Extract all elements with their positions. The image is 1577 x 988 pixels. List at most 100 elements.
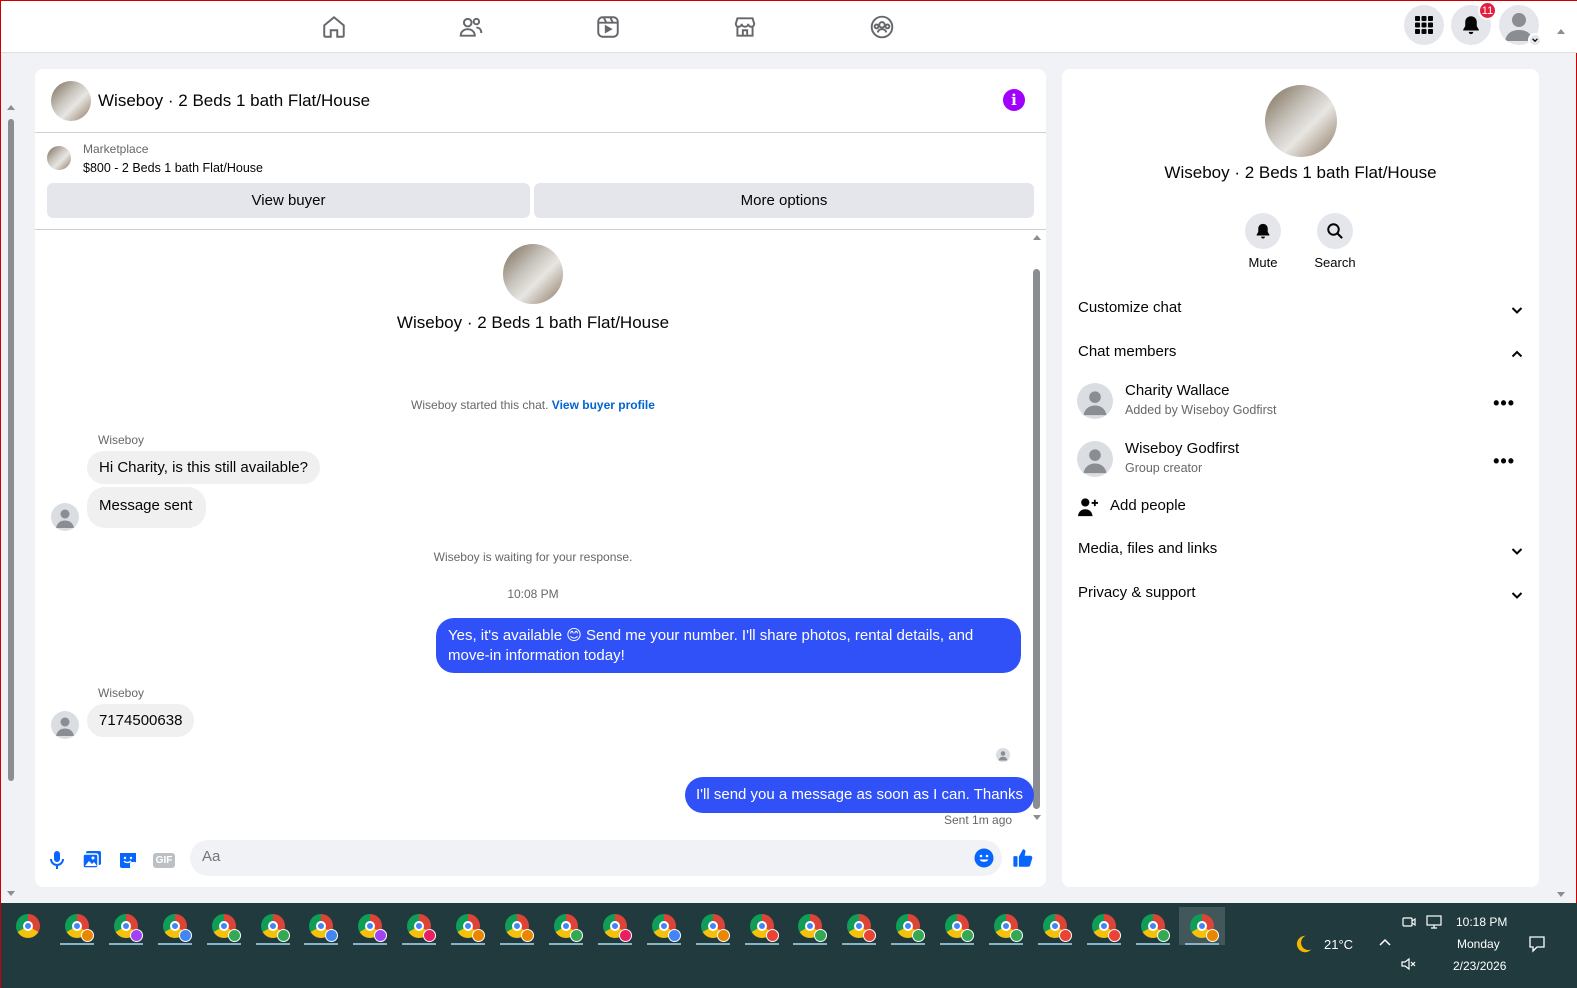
outgoing-message[interactable]: Yes, it's available 😊 Send me your numbe… bbox=[436, 618, 1021, 673]
chrome-profile-taskbar-icon[interactable] bbox=[1081, 907, 1127, 945]
member-row[interactable]: Wiseboy Godfirst Group creator ••• bbox=[1077, 439, 1523, 483]
emoji-icon[interactable] bbox=[974, 848, 994, 868]
chrome-profile-taskbar-icon[interactable] bbox=[396, 907, 442, 945]
marketplace-icon[interactable] bbox=[727, 9, 763, 45]
chrome-profile-taskbar-icon[interactable] bbox=[298, 907, 344, 945]
customize-chat-section[interactable]: Customize chat bbox=[1078, 299, 1524, 323]
chrome-profile-taskbar-icon[interactable] bbox=[641, 907, 687, 945]
info-icon[interactable]: i bbox=[1003, 89, 1025, 111]
clock-day[interactable]: Monday bbox=[1457, 937, 1500, 951]
chrome-profile-taskbar-icon[interactable] bbox=[445, 907, 491, 945]
profile-badge-icon bbox=[618, 929, 632, 942]
chrome-taskbar-icon[interactable] bbox=[5, 907, 51, 945]
friends-icon[interactable] bbox=[453, 9, 489, 45]
photo-icon[interactable] bbox=[81, 849, 103, 871]
gif-icon[interactable]: GIF bbox=[152, 849, 176, 871]
incoming-message[interactable]: 7174500638 bbox=[87, 704, 195, 737]
account-chevron-down-icon[interactable] bbox=[1528, 33, 1542, 47]
chrome-icon bbox=[64, 914, 94, 942]
search-button[interactable]: Search bbox=[1305, 213, 1365, 270]
chrome-profile-taskbar-icon[interactable] bbox=[885, 907, 931, 945]
sender-avatar[interactable] bbox=[51, 503, 79, 531]
view-buyer-button[interactable]: View buyer bbox=[47, 183, 530, 218]
more-options-icon[interactable]: ••• bbox=[1493, 393, 1515, 414]
chrome-profile-taskbar-icon[interactable] bbox=[739, 907, 785, 945]
camera-tray-icon[interactable] bbox=[1402, 915, 1416, 929]
chat-title[interactable]: Wiseboy · 2 Beds 1 bath Flat/House bbox=[98, 91, 370, 111]
chrome-profile-taskbar-icon[interactable] bbox=[787, 907, 833, 945]
chrome-profile-taskbar-icon[interactable] bbox=[934, 907, 980, 945]
groups-icon[interactable] bbox=[864, 9, 900, 45]
outgoing-message[interactable]: I'll send you a message as soon as I can… bbox=[685, 777, 1034, 813]
right-scroll-down-arrow[interactable] bbox=[1557, 892, 1565, 897]
view-buyer-profile-link[interactable]: View buyer profile bbox=[552, 398, 655, 412]
chat-members-section[interactable]: Chat members bbox=[1078, 343, 1524, 367]
sticker-icon[interactable] bbox=[117, 849, 139, 871]
add-people-button[interactable]: Add people bbox=[1077, 496, 1523, 520]
chrome-profile-taskbar-icon[interactable] bbox=[1130, 907, 1176, 945]
weather-moon-icon[interactable] bbox=[1292, 933, 1314, 955]
chevron-down-icon bbox=[1511, 307, 1523, 314]
chrome-profile-taskbar-icon[interactable] bbox=[201, 907, 247, 945]
member-row[interactable]: Charity Wallace Added by Wiseboy Godfirs… bbox=[1077, 381, 1523, 425]
chrome-profile-taskbar-icon[interactable] bbox=[1178, 907, 1225, 945]
profile-badge-icon bbox=[325, 929, 339, 942]
chat-scrollbar[interactable] bbox=[1031, 231, 1043, 827]
mute-button[interactable]: Mute bbox=[1233, 213, 1293, 270]
conversation-photo[interactable] bbox=[1265, 85, 1337, 157]
message-input[interactable] bbox=[202, 848, 962, 865]
add-person-icon bbox=[1078, 498, 1098, 517]
profile-badge-icon bbox=[912, 929, 926, 942]
chrome-icon bbox=[602, 914, 632, 942]
chevron-up-icon bbox=[1511, 350, 1523, 358]
thumbs-up-icon[interactable] bbox=[1012, 847, 1034, 869]
chrome-profile-taskbar-icon[interactable] bbox=[54, 907, 100, 945]
microphone-icon[interactable] bbox=[46, 849, 68, 871]
chrome-profile-taskbar-icon[interactable] bbox=[494, 907, 540, 945]
sender-avatar[interactable] bbox=[51, 711, 79, 739]
incoming-message[interactable]: Hi Charity, is this still available? bbox=[87, 451, 320, 484]
listing-title[interactable]: $800 - 2 Beds 1 bath Flat/House bbox=[83, 161, 263, 175]
chrome-profile-taskbar-icon[interactable] bbox=[250, 907, 296, 945]
message-composer: GIF bbox=[35, 835, 1046, 887]
message-input-container[interactable] bbox=[190, 840, 1002, 876]
chrome-profile-taskbar-icon[interactable] bbox=[592, 907, 638, 945]
chrome-profile-taskbar-icon[interactable] bbox=[690, 907, 736, 945]
clock-date[interactable]: 2/23/2026 bbox=[1453, 959, 1506, 973]
menu-grid-button[interactable] bbox=[1404, 5, 1444, 45]
chrome-profile-taskbar-icon[interactable] bbox=[1032, 907, 1078, 945]
listing-thumbnail[interactable] bbox=[51, 81, 91, 121]
media-files-links-section[interactable]: Media, files and links bbox=[1078, 540, 1524, 564]
member-avatar bbox=[1077, 383, 1113, 419]
chrome-profile-taskbar-icon[interactable] bbox=[103, 907, 149, 945]
chrome-icon bbox=[945, 914, 975, 942]
member-name: Wiseboy Godfirst bbox=[1125, 440, 1240, 457]
gif-label: GIF bbox=[152, 852, 176, 868]
profile-badge-icon bbox=[1058, 929, 1072, 942]
home-icon[interactable] bbox=[316, 9, 352, 45]
page-scrollbar-thumb[interactable] bbox=[8, 119, 14, 781]
volume-muted-icon[interactable] bbox=[1401, 957, 1417, 971]
chrome-profile-taskbar-icon[interactable] bbox=[983, 907, 1029, 945]
weather-temperature[interactable]: 21°C bbox=[1324, 937, 1353, 952]
chrome-profile-taskbar-icon[interactable] bbox=[152, 907, 198, 945]
right-scroll-up-arrow[interactable] bbox=[1557, 29, 1565, 34]
notifications-button[interactable]: 11 bbox=[1451, 1, 1497, 45]
chrome-icon bbox=[749, 914, 779, 942]
chrome-profile-taskbar-icon[interactable] bbox=[347, 907, 393, 945]
network-icon[interactable] bbox=[1426, 915, 1442, 929]
watch-icon[interactable] bbox=[590, 9, 626, 45]
privacy-support-section[interactable]: Privacy & support bbox=[1078, 584, 1524, 608]
more-options-icon[interactable]: ••• bbox=[1493, 451, 1515, 472]
page-scrollbar[interactable] bbox=[5, 101, 15, 901]
chat-scrollbar-thumb[interactable] bbox=[1033, 269, 1040, 809]
clock-time[interactable]: 10:18 PM bbox=[1456, 915, 1507, 929]
more-options-button[interactable]: More options bbox=[534, 183, 1034, 218]
chrome-profile-taskbar-icon[interactable] bbox=[543, 907, 589, 945]
search-icon bbox=[1327, 223, 1343, 239]
incoming-message[interactable]: Message sent bbox=[87, 487, 207, 528]
chrome-profile-taskbar-icon[interactable] bbox=[836, 907, 882, 945]
show-hidden-icons-chevron-up-icon[interactable] bbox=[1378, 937, 1392, 947]
notification-center-icon[interactable] bbox=[1528, 935, 1546, 953]
search-label: Search bbox=[1314, 255, 1356, 270]
